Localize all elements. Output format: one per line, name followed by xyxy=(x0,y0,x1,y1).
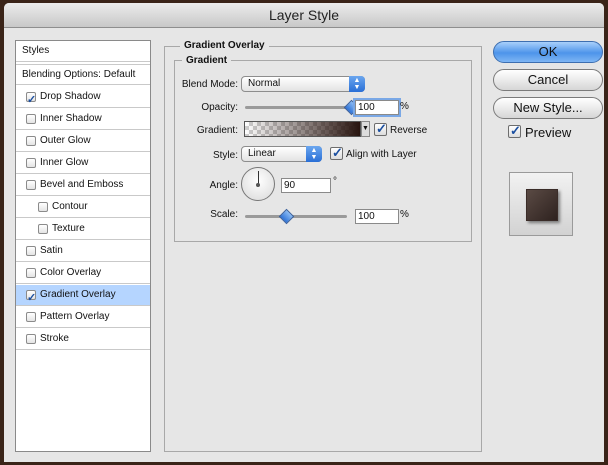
angle-label: Angle: xyxy=(209,180,238,191)
align-with-layer-label: Align with Layer xyxy=(346,149,417,160)
styles-list: Styles Blending Options: Default ✓ Drop S… xyxy=(15,40,151,452)
style-item-label: Outer Glow xyxy=(40,135,91,146)
style-checkbox[interactable] xyxy=(26,180,36,190)
style-checkbox[interactable] xyxy=(38,224,48,234)
opacity-label: Opacity: xyxy=(201,102,238,113)
style-item-label: Texture xyxy=(52,223,85,234)
style-checkbox[interactable] xyxy=(26,136,36,146)
styles-header[interactable]: Styles xyxy=(16,41,150,62)
blend-mode-select[interactable]: Normal ▲ ▼ xyxy=(241,76,365,92)
scale-input[interactable]: 100 xyxy=(355,209,399,224)
style-checkbox[interactable] xyxy=(26,312,36,322)
style-item-drop-shadow[interactable]: ✓ Drop Shadow xyxy=(16,87,150,108)
dialog-content: Styles Blending Options: Default ✓ Drop S… xyxy=(4,28,604,462)
style-item-label: Bevel and Emboss xyxy=(40,179,124,190)
blend-mode-value: Normal xyxy=(248,78,281,89)
style-item-label: Inner Glow xyxy=(40,157,89,168)
style-checkbox[interactable] xyxy=(26,158,36,168)
layer-style-window: Layer Style Styles Blending Options: Def… xyxy=(4,3,604,462)
checkmark-icon: ✓ xyxy=(27,292,37,304)
style-item-label: Drop Shadow xyxy=(40,91,101,102)
opacity-input[interactable]: 100 xyxy=(353,98,401,117)
preview-label: Preview xyxy=(525,125,572,140)
style-checkbox[interactable] xyxy=(26,268,36,278)
style-label: Style: xyxy=(212,150,238,161)
gradient-overlay-title: Gradient Overlay xyxy=(180,40,269,51)
reverse-label: Reverse xyxy=(390,125,428,136)
style-item-inner-shadow[interactable]: Inner Shadow xyxy=(16,109,150,130)
style-checkbox[interactable]: ✓ xyxy=(26,92,36,106)
style-item-satin[interactable]: Satin xyxy=(16,241,150,262)
style-checkbox[interactable] xyxy=(26,246,36,256)
gradient-label: Gradient: xyxy=(196,125,238,136)
style-item-contour[interactable]: Contour xyxy=(16,197,150,218)
style-checkbox[interactable] xyxy=(38,202,48,212)
blending-options-label: Blending Options: Default xyxy=(22,69,136,80)
opacity-percent: % xyxy=(400,101,409,112)
checkmark-icon: ✓ xyxy=(332,145,343,160)
style-item-label: Color Overlay xyxy=(40,267,102,278)
checkmark-icon: ✓ xyxy=(510,123,521,138)
scale-slider-track[interactable] xyxy=(245,215,347,218)
cancel-button[interactable]: Cancel xyxy=(493,69,603,91)
style-item-bevel-and-emboss[interactable]: Bevel and Emboss xyxy=(16,175,150,196)
angle-input[interactable]: 90 xyxy=(281,178,331,193)
window-title: Layer Style xyxy=(4,3,604,28)
preview-swatch xyxy=(526,189,558,221)
checkmark-icon: ✓ xyxy=(27,94,37,106)
style-item-label: Contour xyxy=(52,201,88,212)
style-item-pattern-overlay[interactable]: Pattern Overlay xyxy=(16,307,150,328)
preview-checkbox[interactable]: ✓ xyxy=(508,123,521,138)
style-item-label: Pattern Overlay xyxy=(40,311,110,322)
style-select[interactable]: Linear ▲ ▼ xyxy=(241,146,322,162)
gradient-subgroup-title: Gradient xyxy=(182,55,232,66)
style-item-gradient-overlay[interactable]: ✓ Gradient Overlay xyxy=(16,285,150,306)
reverse-checkbox[interactable]: ✓ xyxy=(374,121,387,136)
new-style-button[interactable]: New Style... xyxy=(493,97,603,119)
style-value: Linear xyxy=(248,148,276,159)
style-checkbox[interactable]: ✓ xyxy=(26,290,36,304)
updown-arrows-icon: ▲ ▼ xyxy=(349,76,365,92)
gradient-dropdown-icon[interactable]: ▼ xyxy=(361,121,370,137)
ok-button[interactable]: OK xyxy=(493,41,603,63)
blending-options[interactable]: Blending Options: Default xyxy=(16,64,150,85)
align-with-layer-checkbox[interactable]: ✓ xyxy=(330,145,343,160)
blend-mode-label: Blend Mode: xyxy=(181,79,238,90)
checkmark-icon: ✓ xyxy=(376,121,387,136)
style-checkbox[interactable] xyxy=(26,114,36,124)
style-checkbox[interactable] xyxy=(26,334,36,344)
scale-label: Scale: xyxy=(210,209,238,220)
style-item-inner-glow[interactable]: Inner Glow xyxy=(16,153,150,174)
style-item-label: Satin xyxy=(40,245,63,256)
degree-symbol: ° xyxy=(333,176,337,187)
style-item-label: Gradient Overlay xyxy=(40,289,116,300)
style-item-texture[interactable]: Texture xyxy=(16,219,150,240)
gradient-preview-bar[interactable] xyxy=(244,121,361,137)
style-item-outer-glow[interactable]: Outer Glow xyxy=(16,131,150,152)
updown-arrows-icon: ▲ ▼ xyxy=(306,146,322,162)
scale-percent: % xyxy=(400,209,409,220)
style-item-color-overlay[interactable]: Color Overlay xyxy=(16,263,150,284)
preview-thumbnail xyxy=(509,172,573,236)
style-item-label: Inner Shadow xyxy=(40,113,102,124)
style-item-label: Stroke xyxy=(40,333,69,344)
angle-dial[interactable] xyxy=(241,167,275,201)
angle-center-dot xyxy=(256,183,260,187)
style-item-stroke[interactable]: Stroke xyxy=(16,329,150,350)
opacity-slider-track[interactable] xyxy=(245,106,351,109)
styles-header-label: Styles xyxy=(22,45,50,56)
